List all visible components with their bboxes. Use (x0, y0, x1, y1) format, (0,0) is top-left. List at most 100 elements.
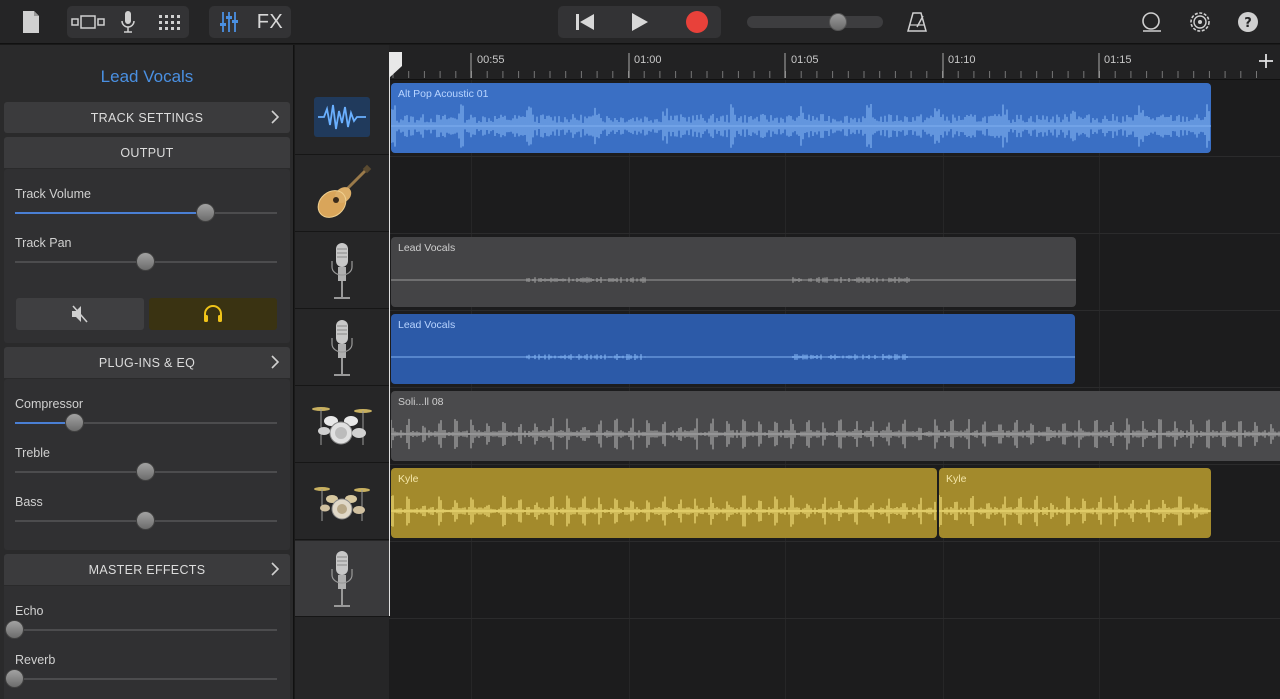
track-header-1[interactable] (295, 79, 389, 155)
track-header-5[interactable] (295, 387, 389, 463)
mixer-fx-group: FX (209, 6, 291, 38)
reverb-knob[interactable] (5, 669, 24, 688)
region-label: Lead Vocals (398, 242, 456, 254)
ruler-label-0110: 01:10 (948, 54, 976, 66)
record-icon[interactable] (678, 7, 716, 37)
top-toolbar: FX ? (0, 0, 1280, 44)
mute-button[interactable] (16, 298, 144, 330)
echo-knob[interactable] (5, 620, 24, 639)
region-label: Kyle (398, 473, 419, 485)
waveform-track-icon (314, 96, 370, 137)
mic-icon[interactable] (111, 7, 145, 37)
help-icon[interactable]: ? (1233, 7, 1263, 37)
region-lead-vocals-2[interactable]: Lead Vocals (391, 314, 1075, 384)
chevron-right-icon (271, 355, 280, 369)
metronome-icon[interactable] (902, 7, 932, 37)
drum-kit-icon (314, 486, 370, 521)
ruler-ticks (392, 53, 1257, 78)
bass-slider[interactable] (15, 511, 277, 530)
master-effects-section: Echo Reverb (4, 586, 290, 699)
plugins-eq-label: PLUG-INS & EQ (98, 355, 196, 370)
settings-icon[interactable] (1185, 7, 1215, 37)
reverb-label: Reverb (15, 653, 56, 667)
add-track-plus-icon[interactable] (1258, 53, 1274, 69)
track-name-title: Lead Vocals (100, 67, 194, 86)
master-volume-knob[interactable] (829, 13, 848, 31)
mixer-icon[interactable] (213, 7, 245, 37)
ruler-label-0100: 01:00 (634, 54, 662, 66)
plugins-eq-section: Compressor Treble Bass (4, 379, 290, 550)
track-settings-label: TRACK SETTINGS (90, 110, 204, 125)
track-header-column (295, 45, 389, 699)
fx-label: FX (256, 10, 284, 33)
plugins-eq-button[interactable]: PLUG-INS & EQ (4, 347, 290, 378)
drum-kit-icon (312, 406, 372, 445)
treble-knob[interactable] (136, 462, 155, 481)
tracks-area[interactable]: Alt Pop Acoustic 01 Lead Vocals Lead Voc… (389, 80, 1280, 699)
track-header-7-selected[interactable] (295, 541, 389, 617)
ruler-label-0105: 01:05 (791, 54, 819, 66)
microphone-icon (331, 550, 353, 607)
svg-text:?: ? (1244, 16, 1252, 31)
track-settings-button[interactable]: TRACK SETTINGS (4, 102, 290, 133)
echo-slider[interactable] (5, 620, 277, 639)
ruler-label-0055: 00:55 (477, 54, 505, 66)
region-label: Lead Vocals (398, 319, 456, 331)
master-effects-button[interactable]: MASTER EFFECTS (4, 554, 290, 585)
playhead-handle[interactable] (389, 52, 403, 78)
track-header-2[interactable] (295, 156, 389, 232)
loop-icon[interactable] (1136, 7, 1166, 37)
track-volume-slider[interactable] (15, 203, 277, 222)
region-label: Kyle (946, 473, 967, 485)
reverb-slider[interactable] (5, 669, 277, 688)
bass-knob[interactable] (136, 511, 155, 530)
output-section: Track Volume Track Pan (4, 169, 290, 343)
treble-label: Treble (15, 446, 50, 460)
chevron-right-icon (271, 562, 280, 576)
headphones-icon (204, 305, 222, 322)
master-volume-slider[interactable] (747, 13, 883, 31)
track-volume-label: Track Volume (15, 187, 91, 201)
chevron-right-icon (271, 110, 280, 124)
region-kyle-1[interactable]: Kyle (391, 468, 937, 538)
document-icon[interactable] (16, 7, 46, 37)
transport-controls (558, 6, 721, 38)
grid-icon[interactable] (151, 7, 187, 37)
track-header-3[interactable] (295, 233, 389, 309)
output-header: OUTPUT (4, 137, 290, 168)
region-alt-pop-acoustic[interactable]: Alt Pop Acoustic 01 (391, 83, 1211, 153)
compressor-knob[interactable] (65, 413, 85, 432)
solo-button[interactable] (149, 298, 277, 330)
track-pan-slider[interactable] (15, 252, 277, 271)
timeline-ruler[interactable]: 00:55 01:00 01:05 01:10 01:15 (389, 45, 1280, 80)
region-lead-vocals-1[interactable]: Lead Vocals (391, 237, 1076, 307)
track-volume-knob[interactable] (196, 203, 216, 222)
playhead-line[interactable] (389, 52, 390, 616)
track-lane-7[interactable] (389, 542, 1280, 619)
track-header-6[interactable] (295, 464, 389, 540)
track-pan-knob[interactable] (136, 252, 155, 271)
rewind-icon[interactable] (566, 7, 604, 37)
compressor-label: Compressor (15, 397, 84, 411)
region-label: Soli...ll 08 (398, 396, 444, 408)
bass-label: Bass (15, 495, 43, 509)
fx-button[interactable]: FX (251, 7, 289, 37)
speaker-muted-icon (72, 305, 88, 323)
track-lane-2[interactable] (389, 157, 1280, 234)
play-icon[interactable] (620, 7, 658, 37)
master-effects-label: MASTER EFFECTS (88, 562, 206, 577)
output-label: OUTPUT (120, 145, 174, 160)
microphone-icon (331, 242, 353, 299)
compressor-slider[interactable] (15, 413, 277, 432)
microphone-icon (331, 319, 353, 376)
region-kyle-2[interactable]: Kyle (939, 468, 1211, 538)
region-solid-drums[interactable]: Soli...ll 08 (391, 391, 1280, 461)
track-pan-label: Track Pan (15, 236, 72, 250)
views-icon[interactable] (69, 7, 107, 37)
view-toggle-group (67, 6, 189, 38)
treble-slider[interactable] (15, 462, 277, 481)
track-inspector: Lead Vocals TRACK SETTINGS OUTPUT Track … (0, 45, 294, 699)
track-header-4[interactable] (295, 310, 389, 386)
guitar-icon (317, 164, 372, 218)
ruler-label-0115: 01:15 (1104, 54, 1132, 66)
